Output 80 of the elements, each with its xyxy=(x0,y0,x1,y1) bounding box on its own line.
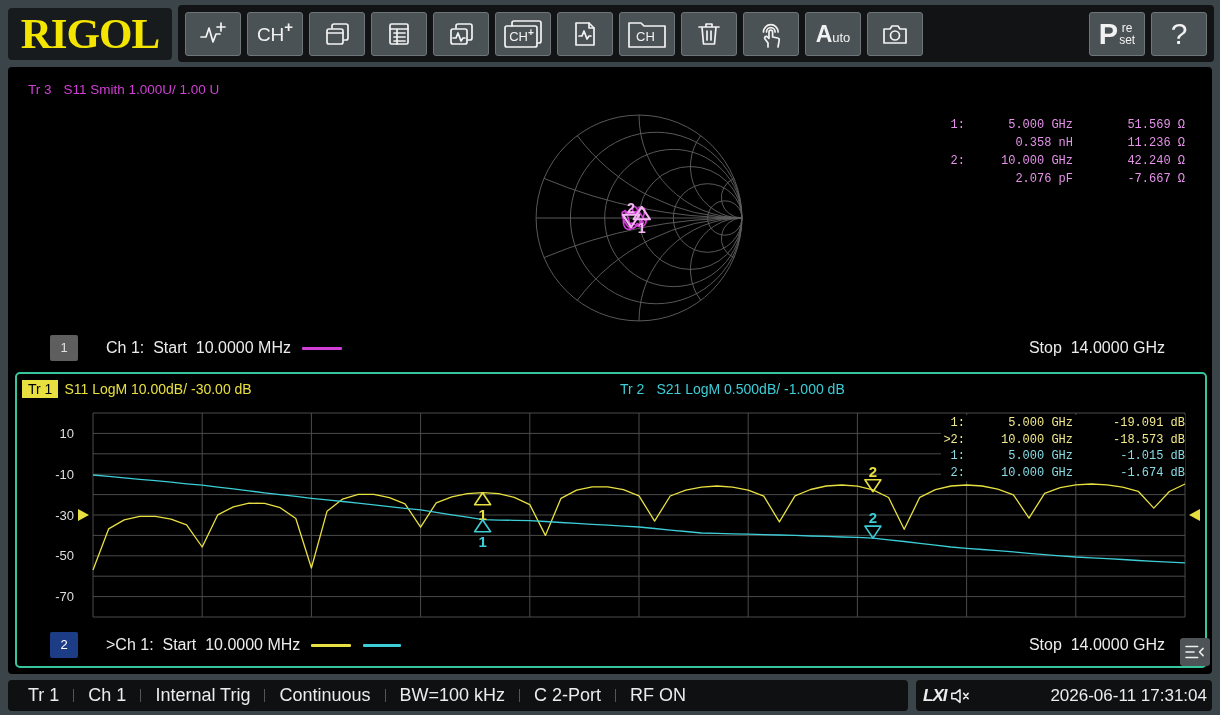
sweep-start-text: Ch 1: Start 10.0000 MHz xyxy=(106,338,291,358)
menu-icon xyxy=(1184,643,1206,661)
status-item[interactable]: Internal Trig xyxy=(155,682,251,709)
toolbar-button[interactable] xyxy=(867,12,923,56)
marker-reading: 5.000 GHz xyxy=(1007,448,1073,465)
axis-label: -70 xyxy=(55,589,74,605)
window-stack-icon xyxy=(503,19,543,49)
toolbar-button[interactable] xyxy=(681,12,737,56)
toolbar-button[interactable] xyxy=(371,12,427,56)
status-item[interactable]: Continuous xyxy=(279,682,371,709)
sweep-stop-text: Stop 14.0000 GHz xyxy=(1028,338,1165,358)
marker-reading: -18.573 dB xyxy=(1112,431,1185,448)
marker-reading: 2.076 pF xyxy=(1014,171,1073,188)
marker-reading: -1.674 dB xyxy=(1119,464,1185,481)
marker-reading: -19.091 dB xyxy=(1112,415,1185,432)
status-item[interactable]: Ch 1 xyxy=(88,682,127,709)
status-item[interactable]: Tr 1 xyxy=(28,682,60,709)
trace-label[interactable]: Tr 1 xyxy=(22,380,59,398)
marker-reading: 10.000 GHz xyxy=(1000,153,1073,170)
trace-label[interactable]: Tr 3 xyxy=(22,81,58,99)
toolbar-button[interactable]: ? xyxy=(1151,12,1207,56)
window-number-badge[interactable]: 1 xyxy=(50,335,78,361)
marker-label: 1 xyxy=(478,532,487,550)
trace-description: S11 Smith 1.000U/ 1.00 U xyxy=(63,81,220,99)
axis-label: 10 xyxy=(59,425,74,441)
toolbar-button[interactable]: Auto xyxy=(805,12,861,56)
folder-icon xyxy=(627,19,667,49)
marker-number: 2: xyxy=(949,153,965,170)
status-item[interactable]: RF ON xyxy=(630,682,687,709)
marker-label: 2 xyxy=(868,509,878,527)
date-time: 2026-06-11 17:31:04 xyxy=(1050,684,1207,707)
toolbar-button[interactable]: CH$^{+}$ xyxy=(495,12,551,56)
toolbar-button[interactable] xyxy=(185,12,241,56)
window-stack-icon xyxy=(323,20,351,48)
reference-arrow-icon xyxy=(78,509,89,521)
lxi-logo: LXI xyxy=(923,684,947,707)
toolbar-button[interactable] xyxy=(743,12,799,56)
axis-label: -50 xyxy=(55,548,74,564)
marker-reading: 51.569 Ω xyxy=(1126,117,1185,134)
status-item[interactable]: BW=100 kHz xyxy=(399,682,506,709)
marker-reading: 10.000 GHz xyxy=(1000,464,1073,481)
toolbar-button[interactable]: CH$^{+}$ xyxy=(247,12,303,56)
waveform-window-stack-icon xyxy=(447,20,475,48)
marker-icon xyxy=(864,478,882,493)
marker-icon xyxy=(473,518,492,533)
marker-number: >2: xyxy=(942,431,965,448)
window-number-badge[interactable]: 2 xyxy=(50,632,78,658)
toolbar-button[interactable] xyxy=(557,12,613,56)
marker-label: 1 xyxy=(478,505,487,523)
marker-label: 2 xyxy=(627,199,636,216)
marker-number: 1: xyxy=(949,117,965,134)
marker-number: 1: xyxy=(949,415,965,432)
toolbar-button[interactable] xyxy=(309,12,365,56)
side-menu-button[interactable] xyxy=(1180,638,1210,666)
trash-icon xyxy=(695,20,723,48)
marker-reading: -1.015 dB xyxy=(1119,448,1185,465)
marker-label: 2 xyxy=(868,462,878,480)
axis-label: -10 xyxy=(55,466,74,482)
marker-reading: 5.000 GHz xyxy=(1007,117,1073,134)
marker-icon xyxy=(864,525,882,539)
marker-reading: 5.000 GHz xyxy=(1007,415,1073,432)
marker-number: 1: xyxy=(949,448,965,465)
sweep-stop-text: Stop 14.0000 GHz xyxy=(1028,635,1165,655)
trace-description: S21 LogM 0.500dB/ -1.000 dB xyxy=(656,380,845,398)
trace-label[interactable]: Tr 2 xyxy=(614,380,651,398)
marker-reading: 0.358 nH xyxy=(1014,135,1073,152)
marker-reading: 42.240 Ω xyxy=(1126,153,1185,170)
marker-number: 2: xyxy=(949,464,965,481)
sweep-start-text: >Ch 1: Start 10.0000 MHz xyxy=(106,635,301,655)
toolbar-button[interactable] xyxy=(433,12,489,56)
marker-reading: -7.667 Ω xyxy=(1126,171,1185,188)
reference-arrow-icon xyxy=(1189,509,1200,521)
axis-label: -30 xyxy=(55,507,74,523)
marker-reading: 10.000 GHz xyxy=(1000,431,1073,448)
trace-description: S11 LogM 10.00dB/ -30.00 dB xyxy=(64,380,252,398)
status-item[interactable]: C 2-Port xyxy=(534,682,602,709)
toolbar-button[interactable]: CH xyxy=(619,12,675,56)
brand-logo: RIGOL xyxy=(8,8,172,60)
marker-icon xyxy=(473,492,492,506)
marker-reading: 11.236 Ω xyxy=(1126,135,1185,152)
